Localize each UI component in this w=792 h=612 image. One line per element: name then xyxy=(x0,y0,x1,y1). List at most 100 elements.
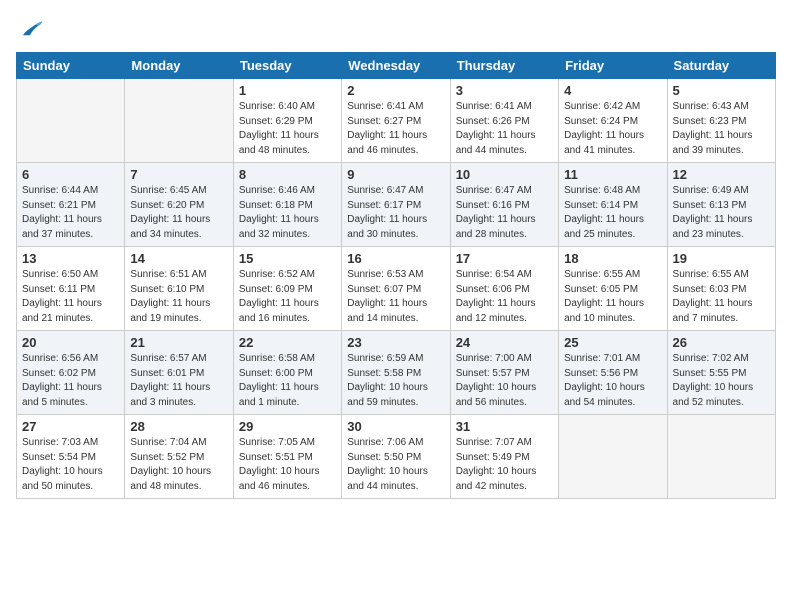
day-info: Sunrise: 6:40 AM Sunset: 6:29 PM Dayligh… xyxy=(239,100,336,158)
day-number: 30 xyxy=(347,419,444,434)
day-number: 11 xyxy=(564,167,661,182)
day-number: 3 xyxy=(456,83,553,98)
day-number: 2 xyxy=(347,83,444,98)
day-number: 16 xyxy=(347,251,444,266)
header-monday: Monday xyxy=(125,53,233,79)
calendar-cell: 4 Sunrise: 6:42 AM Sunset: 6:24 PM Daylig… xyxy=(559,79,667,163)
calendar-week-3: 13Sunrise: 6:50 AM Sunset: 6:11 PM Dayli… xyxy=(17,247,776,331)
day-number: 26 xyxy=(673,335,770,350)
calendar-cell: 18Sunrise: 6:55 AM Sunset: 6:05 PM Dayli… xyxy=(559,247,667,331)
calendar-cell: 9 Sunrise: 6:47 AM Sunset: 6:17 PM Daylig… xyxy=(342,163,450,247)
day-info: Sunrise: 7:06 AM Sunset: 5:50 PM Dayligh… xyxy=(347,436,444,494)
day-info: Sunrise: 6:56 AM Sunset: 6:02 PM Dayligh… xyxy=(22,352,119,410)
calendar-cell xyxy=(125,79,233,163)
day-info: Sunrise: 6:46 AM Sunset: 6:18 PM Dayligh… xyxy=(239,184,336,242)
calendar-cell: 14 Sunrise: 6:51 AM Sunset: 6:10 PM Dayli… xyxy=(125,247,233,331)
calendar-week-4: 20 Sunrise: 6:56 AM Sunset: 6:02 PM Dayli… xyxy=(17,331,776,415)
calendar-cell: 11 Sunrise: 6:48 AM Sunset: 6:14 PM Dayli… xyxy=(559,163,667,247)
calendar-cell: 20 Sunrise: 6:56 AM Sunset: 6:02 PM Dayli… xyxy=(17,331,125,415)
day-number: 24 xyxy=(456,335,553,350)
calendar-cell: 5Sunrise: 6:43 AM Sunset: 6:23 PM Daylig… xyxy=(667,79,775,163)
day-info: Sunrise: 7:02 AM Sunset: 5:55 PM Dayligh… xyxy=(673,352,770,410)
day-info: Sunrise: 6:41 AM Sunset: 6:26 PM Dayligh… xyxy=(456,100,553,158)
day-number: 28 xyxy=(130,419,227,434)
day-number: 23 xyxy=(347,335,444,350)
page-header xyxy=(16,16,776,44)
day-info: Sunrise: 7:05 AM Sunset: 5:51 PM Dayligh… xyxy=(239,436,336,494)
calendar-cell: 1 Sunrise: 6:40 AM Sunset: 6:29 PM Daylig… xyxy=(233,79,341,163)
calendar-table: SundayMondayTuesdayWednesdayThursdayFrid… xyxy=(16,52,776,499)
day-info: Sunrise: 6:53 AM Sunset: 6:07 PM Dayligh… xyxy=(347,268,444,326)
calendar-cell: 13Sunrise: 6:50 AM Sunset: 6:11 PM Dayli… xyxy=(17,247,125,331)
day-info: Sunrise: 6:59 AM Sunset: 5:58 PM Dayligh… xyxy=(347,352,444,410)
calendar-cell: 29 Sunrise: 7:05 AM Sunset: 5:51 PM Dayli… xyxy=(233,415,341,499)
day-number: 13 xyxy=(22,251,119,266)
day-info: Sunrise: 6:41 AM Sunset: 6:27 PM Dayligh… xyxy=(347,100,444,158)
calendar-cell: 17 Sunrise: 6:54 AM Sunset: 6:06 PM Dayli… xyxy=(450,247,558,331)
calendar-cell: 26 Sunrise: 7:02 AM Sunset: 5:55 PM Dayli… xyxy=(667,331,775,415)
calendar-cell: 31 Sunrise: 7:07 AM Sunset: 5:49 PM Dayli… xyxy=(450,415,558,499)
calendar-cell: 24Sunrise: 7:00 AM Sunset: 5:57 PM Dayli… xyxy=(450,331,558,415)
day-info: Sunrise: 6:54 AM Sunset: 6:06 PM Dayligh… xyxy=(456,268,553,326)
day-info: Sunrise: 6:57 AM Sunset: 6:01 PM Dayligh… xyxy=(130,352,227,410)
day-info: Sunrise: 6:44 AM Sunset: 6:21 PM Dayligh… xyxy=(22,184,119,242)
day-number: 4 xyxy=(564,83,661,98)
calendar-cell: 3 Sunrise: 6:41 AM Sunset: 6:26 PM Daylig… xyxy=(450,79,558,163)
calendar-header-row: SundayMondayTuesdayWednesdayThursdayFrid… xyxy=(17,53,776,79)
header-tuesday: Tuesday xyxy=(233,53,341,79)
day-number: 6 xyxy=(22,167,119,182)
day-info: Sunrise: 6:49 AM Sunset: 6:13 PM Dayligh… xyxy=(673,184,770,242)
calendar-cell: 6 Sunrise: 6:44 AM Sunset: 6:21 PM Daylig… xyxy=(17,163,125,247)
day-number: 31 xyxy=(456,419,553,434)
calendar-cell: 15 Sunrise: 6:52 AM Sunset: 6:09 PM Dayli… xyxy=(233,247,341,331)
day-number: 29 xyxy=(239,419,336,434)
calendar-cell: 30 Sunrise: 7:06 AM Sunset: 5:50 PM Dayli… xyxy=(342,415,450,499)
calendar-cell xyxy=(17,79,125,163)
calendar-cell: 12 Sunrise: 6:49 AM Sunset: 6:13 PM Dayli… xyxy=(667,163,775,247)
day-info: Sunrise: 6:43 AM Sunset: 6:23 PM Dayligh… xyxy=(673,100,770,158)
day-number: 15 xyxy=(239,251,336,266)
day-info: Sunrise: 7:07 AM Sunset: 5:49 PM Dayligh… xyxy=(456,436,553,494)
header-saturday: Saturday xyxy=(667,53,775,79)
day-info: Sunrise: 6:52 AM Sunset: 6:09 PM Dayligh… xyxy=(239,268,336,326)
calendar-week-1: 1 Sunrise: 6:40 AM Sunset: 6:29 PM Daylig… xyxy=(17,79,776,163)
calendar-cell: 22Sunrise: 6:58 AM Sunset: 6:00 PM Dayli… xyxy=(233,331,341,415)
day-number: 7 xyxy=(130,167,227,182)
calendar-cell: 8 Sunrise: 6:46 AM Sunset: 6:18 PM Daylig… xyxy=(233,163,341,247)
day-number: 9 xyxy=(347,167,444,182)
day-info: Sunrise: 6:55 AM Sunset: 6:03 PM Dayligh… xyxy=(673,268,770,326)
day-info: Sunrise: 7:03 AM Sunset: 5:54 PM Dayligh… xyxy=(22,436,119,494)
day-number: 25 xyxy=(564,335,661,350)
calendar-cell: 10Sunrise: 6:47 AM Sunset: 6:16 PM Dayli… xyxy=(450,163,558,247)
day-info: Sunrise: 6:47 AM Sunset: 6:17 PM Dayligh… xyxy=(347,184,444,242)
day-info: Sunrise: 6:42 AM Sunset: 6:24 PM Dayligh… xyxy=(564,100,661,158)
calendar-cell: 16 Sunrise: 6:53 AM Sunset: 6:07 PM Dayli… xyxy=(342,247,450,331)
calendar-week-5: 27 Sunrise: 7:03 AM Sunset: 5:54 PM Dayli… xyxy=(17,415,776,499)
calendar-cell: 7 Sunrise: 6:45 AM Sunset: 6:20 PM Daylig… xyxy=(125,163,233,247)
day-info: Sunrise: 6:48 AM Sunset: 6:14 PM Dayligh… xyxy=(564,184,661,242)
day-number: 21 xyxy=(130,335,227,350)
day-info: Sunrise: 6:45 AM Sunset: 6:20 PM Dayligh… xyxy=(130,184,227,242)
header-friday: Friday xyxy=(559,53,667,79)
day-number: 8 xyxy=(239,167,336,182)
day-info: Sunrise: 6:55 AM Sunset: 6:05 PM Dayligh… xyxy=(564,268,661,326)
day-number: 10 xyxy=(456,167,553,182)
calendar-cell: 21 Sunrise: 6:57 AM Sunset: 6:01 PM Dayli… xyxy=(125,331,233,415)
day-number: 14 xyxy=(130,251,227,266)
calendar-cell: 25 Sunrise: 7:01 AM Sunset: 5:56 PM Dayli… xyxy=(559,331,667,415)
day-number: 27 xyxy=(22,419,119,434)
calendar-cell xyxy=(559,415,667,499)
day-number: 1 xyxy=(239,83,336,98)
day-number: 17 xyxy=(456,251,553,266)
calendar-cell: 27 Sunrise: 7:03 AM Sunset: 5:54 PM Dayli… xyxy=(17,415,125,499)
calendar-week-2: 6 Sunrise: 6:44 AM Sunset: 6:21 PM Daylig… xyxy=(17,163,776,247)
header-thursday: Thursday xyxy=(450,53,558,79)
day-number: 20 xyxy=(22,335,119,350)
day-info: Sunrise: 7:04 AM Sunset: 5:52 PM Dayligh… xyxy=(130,436,227,494)
day-number: 22 xyxy=(239,335,336,350)
calendar-cell: 19 Sunrise: 6:55 AM Sunset: 6:03 PM Dayli… xyxy=(667,247,775,331)
day-info: Sunrise: 6:51 AM Sunset: 6:10 PM Dayligh… xyxy=(130,268,227,326)
day-number: 12 xyxy=(673,167,770,182)
day-info: Sunrise: 7:01 AM Sunset: 5:56 PM Dayligh… xyxy=(564,352,661,410)
day-number: 19 xyxy=(673,251,770,266)
